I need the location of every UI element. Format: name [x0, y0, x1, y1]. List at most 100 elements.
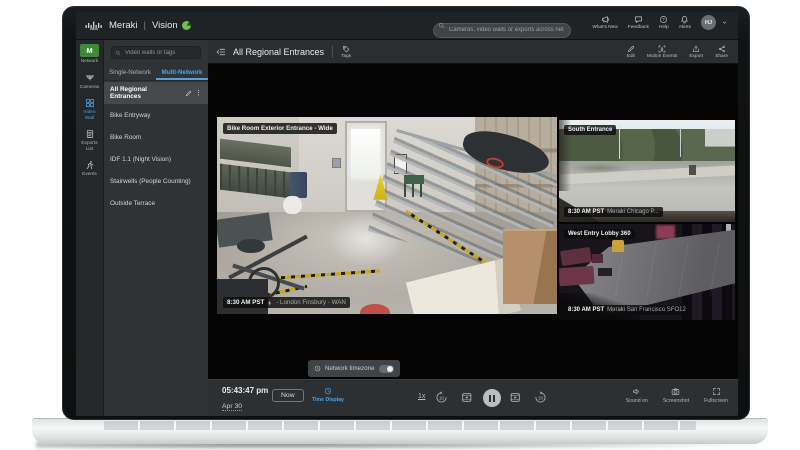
- date-readout[interactable]: Apr 30: [222, 403, 243, 411]
- tab-single-network[interactable]: Single-Network: [104, 65, 156, 80]
- sidebar-search-input[interactable]: [111, 46, 201, 59]
- top-bar: cisco Meraki | Vision What's New: [76, 12, 738, 40]
- pencil-icon: [627, 45, 635, 53]
- kebab-menu-icon[interactable]: ⋮: [195, 89, 202, 97]
- page-title: All Regional Entrances: [233, 46, 325, 57]
- white-stool: [283, 195, 302, 214]
- export-icon: [692, 45, 700, 53]
- tree-shadow: [569, 162, 630, 174]
- global-search-input[interactable]: [433, 22, 571, 38]
- edit-button[interactable]: Edit: [627, 45, 635, 59]
- video-tile-bike-room[interactable]: Bike Room Exterior Entrance - Wide 8:30 …: [217, 117, 557, 314]
- rail-item-video-wall[interactable]: Video Wall: [76, 98, 104, 121]
- bell-icon: [680, 15, 689, 24]
- help-button[interactable]: Help: [659, 15, 669, 30]
- skip-forward-10-button[interactable]: [534, 391, 547, 404]
- avatar[interactable]: HJ: [701, 15, 716, 30]
- trash-bin: [689, 164, 697, 176]
- network-tabs: Single-Network Multi-Network: [104, 65, 208, 81]
- tile-name-chip: West Entry Lobby 360: [564, 229, 635, 239]
- list-item-outside-terrace[interactable]: Outside Terrace: [104, 192, 208, 214]
- exports-document-icon: [85, 129, 95, 139]
- pause-button[interactable]: [483, 389, 501, 407]
- tile-location: - London Finsbury - WAN: [276, 299, 346, 306]
- nav-rail: M Network Cameras Video Wall Exports Lis…: [76, 40, 104, 416]
- tile-time-chip: 8:30 AM PST Meraki San Francisco SFO12: [564, 305, 690, 315]
- laptop-keyboard: [104, 421, 696, 430]
- rail-item-exports-list[interactable]: Exports List: [76, 129, 104, 152]
- page-background: cisco Meraki | Vision What's New: [0, 0, 800, 450]
- control-bar-right: Sound on Screenshot Fullscreen: [626, 387, 728, 404]
- video-wall: Bike Room Exterior Entrance - Wide 8:30 …: [208, 64, 738, 379]
- list-item-bike-entryway[interactable]: Bike Entryway: [104, 104, 208, 126]
- megaphone-icon: [601, 15, 610, 24]
- chevron-down-icon[interactable]: [721, 19, 728, 26]
- skip-back-10-button[interactable]: [435, 391, 448, 404]
- now-button[interactable]: Now: [272, 389, 304, 402]
- pink-wall: [655, 224, 676, 240]
- next-frame-button[interactable]: [509, 391, 522, 404]
- yellow-chair: [611, 240, 625, 252]
- fullscreen-button[interactable]: Fullscreen: [704, 387, 728, 404]
- video-tile-west-entry-lobby[interactable]: West Entry Lobby 360 8:30 AM PST Meraki …: [559, 224, 735, 320]
- tile-location: Meraki Chicago P...: [607, 209, 659, 215]
- motion-events-button[interactable]: Motion Events: [647, 45, 677, 59]
- current-time-block: 05:43:47 pm Apr 30: [222, 386, 268, 413]
- whats-new-button[interactable]: What's New: [592, 15, 618, 30]
- network-timezone-label: Network timezone: [325, 365, 375, 372]
- previous-frame-button[interactable]: [460, 391, 473, 404]
- laptop-base: [32, 418, 768, 444]
- cardboard-box: [502, 229, 557, 305]
- list-item-idf-night-vision[interactable]: IDF 1.1 (Night Vision): [104, 148, 208, 170]
- wall-box: [331, 158, 341, 169]
- camera-dome-icon: [85, 73, 95, 83]
- help-icon: [659, 15, 668, 24]
- screenshot-camera-icon: [671, 387, 680, 396]
- video-wall-sidebar: Single-Network Multi-Network All Regiona…: [104, 40, 208, 416]
- collapse-panel-icon[interactable]: [216, 47, 226, 57]
- cisco-logo-icon: cisco: [85, 21, 102, 30]
- video-wall-grid-icon: [85, 98, 95, 108]
- network-timezone-pill: Network timezone: [308, 360, 400, 377]
- events-runner-icon: [85, 160, 95, 170]
- feedback-button[interactable]: Feedback: [628, 15, 649, 30]
- tags-button[interactable]: Tags: [341, 45, 351, 59]
- couch-2: [559, 265, 595, 287]
- motion-events-icon: [658, 45, 666, 53]
- rail-item-cameras[interactable]: Cameras: [76, 73, 104, 91]
- screenshot-button[interactable]: Screenshot: [663, 387, 689, 404]
- fullscreen-icon: [712, 387, 721, 396]
- alerts-button[interactable]: Alerts: [679, 15, 691, 30]
- export-button[interactable]: Export: [689, 45, 703, 59]
- time-display-button[interactable]: Time Display: [312, 387, 344, 403]
- topbar-actions: What's New Feedback Help Alerts HJ: [592, 15, 728, 30]
- pencil-icon[interactable]: [185, 90, 192, 97]
- tile-name-chip: South Entrance: [564, 125, 617, 135]
- wall-toolbar: All Regional Entrances Tags Edit Motion …: [208, 40, 738, 64]
- clock-readout: 05:43:47 pm: [222, 386, 269, 395]
- share-button[interactable]: Share: [715, 45, 728, 59]
- couch-3: [592, 253, 603, 264]
- playback-control-bar: 05:43:47 pm Apr 30 Now Time Display 1x S…: [208, 379, 738, 416]
- pause-icon: [489, 394, 491, 402]
- main-area: All Regional Entrances Tags Edit Motion …: [208, 40, 738, 416]
- playback-speed-button[interactable]: 1x: [418, 393, 425, 400]
- rail-item-network[interactable]: M Network: [76, 44, 104, 65]
- tile-timestamp: 8:30 AM PST: [568, 307, 605, 313]
- search-icon: [115, 50, 121, 56]
- list-item-stairwells[interactable]: Stairwells (People Counting): [104, 170, 208, 192]
- network-timezone-toggle[interactable]: [378, 364, 394, 373]
- list-item-all-regional-entrances[interactable]: All Regional Entrances ⋮: [104, 82, 208, 104]
- speaker-icon: [632, 387, 641, 396]
- app-window: cisco Meraki | Vision What's New: [76, 12, 738, 416]
- laptop-screen: cisco Meraki | Vision What's New: [62, 6, 750, 420]
- brand-product: Vision: [151, 20, 178, 31]
- video-tile-south-entrance[interactable]: South Entrance 8:30 AM PST Meraki Chicag…: [559, 120, 735, 222]
- toggle-knob: [386, 365, 393, 372]
- sound-on-button[interactable]: Sound on: [626, 387, 648, 404]
- brand: cisco Meraki | Vision: [76, 20, 191, 31]
- tab-multi-network[interactable]: Multi-Network: [156, 65, 208, 80]
- rail-item-events[interactable]: Events: [76, 160, 104, 178]
- light-pole-1: [618, 125, 620, 159]
- list-item-bike-room[interactable]: Bike Room: [104, 126, 208, 148]
